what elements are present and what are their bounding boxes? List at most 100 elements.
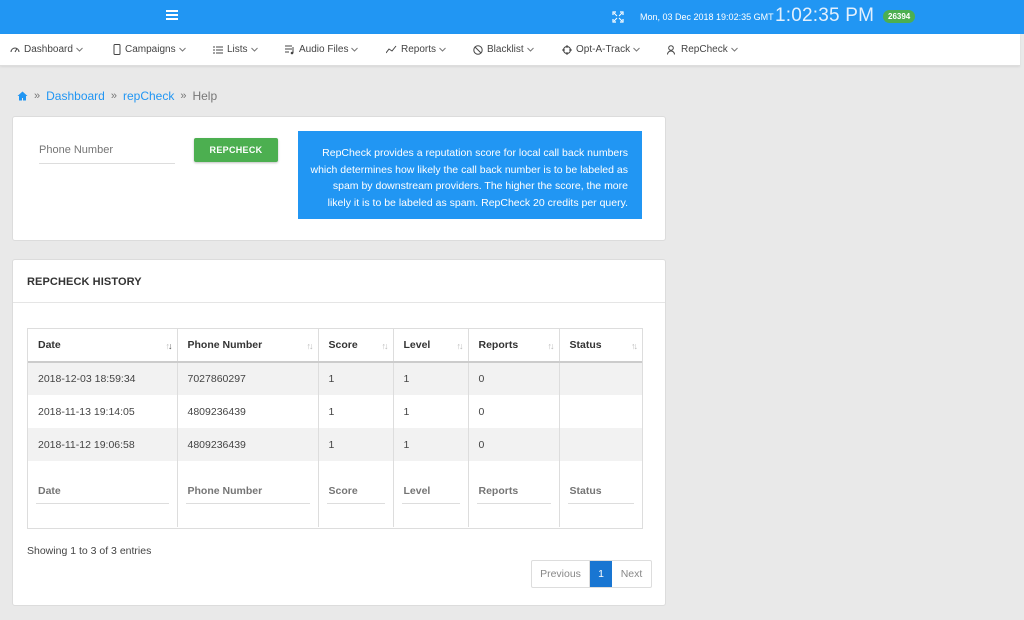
table-header-row: Date ↑↓ Phone Number ↑↓ Score ↑↓ Level ↑↓ Re… — [28, 329, 642, 363]
column-header-level[interactable]: Level ↑↓ — [393, 329, 469, 363]
cell-phone: 7027860297 — [177, 362, 319, 395]
previous-page-button[interactable]: Previous — [532, 561, 590, 587]
home-icon[interactable] — [17, 91, 28, 101]
nav-label: Opt-A-Track — [576, 44, 631, 55]
cell-status — [559, 362, 642, 395]
chevron-down-icon — [76, 47, 83, 52]
cell-date: 2018-11-13 19:14:05 — [28, 395, 178, 428]
cell-score: 1 — [318, 428, 394, 461]
filter-level-input[interactable] — [401, 478, 460, 504]
breadcrumb-separator: » — [110, 90, 117, 102]
breadcrumb-dashboard[interactable]: Dashboard — [46, 89, 105, 103]
filter-cell — [393, 461, 469, 527]
filter-score-input[interactable] — [326, 478, 385, 504]
column-header-phone[interactable]: Phone Number ↑↓ — [177, 329, 319, 363]
page-1-button[interactable]: 1 — [590, 561, 612, 587]
column-label: Score — [328, 339, 358, 351]
top-bar: Mon, 03 Dec 2018 19:02:35 GMT 1:02:35 PM… — [0, 0, 1024, 34]
repcheck-history-card: REPCHECK HISTORY Date ↑↓ Phone Number ↑↓ S… — [12, 259, 666, 606]
chevron-down-icon — [526, 47, 534, 52]
filter-row — [28, 461, 642, 527]
filter-status-input[interactable] — [567, 478, 634, 504]
server-datetime: Mon, 03 Dec 2018 19:02:35 GMT — [640, 12, 774, 22]
cell-reports: 0 — [468, 362, 560, 395]
filter-date-input[interactable] — [36, 478, 169, 504]
cell-score: 1 — [318, 395, 394, 428]
phone-number-input[interactable] — [39, 137, 175, 164]
nav-dashboard[interactable]: Dashboard — [10, 44, 87, 55]
fullscreen-icon[interactable] — [612, 11, 624, 23]
chevron-down-icon — [633, 47, 640, 52]
menu-toggle-icon[interactable] — [166, 10, 178, 24]
history-title: REPCHECK HISTORY — [27, 276, 142, 288]
nav-campaigns[interactable]: Campaigns — [113, 44, 190, 55]
column-header-status[interactable]: Status ↑↓ — [559, 329, 642, 363]
table-row: 2018-11-12 19:06:58 4809236439 1 1 0 — [28, 428, 642, 461]
chevron-down-icon — [351, 47, 359, 52]
filter-reports-input[interactable] — [476, 478, 551, 504]
cell-status — [559, 428, 642, 461]
main-nav: Dashboard Campaigns Lists Audio Files Re… — [0, 34, 1020, 66]
nav-reports[interactable]: Reports — [386, 44, 450, 55]
column-header-reports[interactable]: Reports ↑↓ — [468, 329, 560, 363]
dashboard-icon — [10, 47, 20, 52]
sort-icon: ↑↓ — [165, 341, 173, 351]
repcheck-info-box: RepCheck provides a reputation score for… — [298, 131, 642, 219]
nav-audio-files[interactable]: Audio Files — [285, 44, 362, 55]
nav-label: Dashboard — [24, 44, 73, 55]
filter-phone-input[interactable] — [185, 478, 310, 504]
ban-icon — [473, 44, 483, 55]
sort-icon: ↑↓ — [547, 341, 555, 351]
nav-label: Audio Files — [299, 44, 349, 55]
cell-date: 2018-11-12 19:06:58 — [28, 428, 178, 461]
repcheck-form-card: REPCHECK RepCheck provides a reputation … — [12, 116, 666, 241]
breadcrumb-separator: » — [34, 90, 41, 102]
column-label: Level — [403, 339, 431, 351]
cell-phone: 4809236439 — [177, 428, 319, 461]
nav-label: RepCheck — [681, 44, 728, 55]
cell-level: 1 — [393, 362, 469, 395]
cell-reports: 0 — [468, 428, 560, 461]
audio-icon — [285, 45, 294, 54]
cell-reports: 0 — [468, 395, 560, 428]
chevron-down-icon — [178, 47, 186, 52]
pagination: Previous 1 Next — [531, 560, 652, 588]
nav-opt-a-track[interactable]: Opt-A-Track — [562, 44, 644, 55]
filter-cell — [318, 461, 394, 527]
chart-line-icon — [386, 45, 397, 54]
sort-icon: ↑↓ — [306, 341, 314, 351]
user-check-icon — [667, 44, 675, 55]
breadcrumb-separator: » — [180, 90, 187, 102]
column-label: Phone Number — [187, 339, 263, 351]
filter-cell — [28, 461, 178, 527]
cell-score: 1 — [318, 362, 394, 395]
history-table: Date ↑↓ Phone Number ↑↓ Score ↑↓ Level ↑↓ Re… — [28, 329, 642, 527]
repcheck-button[interactable]: REPCHECK — [194, 138, 278, 162]
entries-info: Showing 1 to 3 of 3 entries — [27, 545, 152, 557]
column-label: Reports — [478, 339, 519, 351]
history-table-wrapper: Date ↑↓ Phone Number ↑↓ Score ↑↓ Level ↑↓ Re… — [27, 328, 643, 529]
table-row: 2018-12-03 18:59:34 7027860297 1 1 0 — [28, 362, 642, 395]
sort-icon: ↑↓ — [381, 341, 389, 351]
breadcrumb-help: Help — [192, 89, 218, 103]
credits-badge: 26394 — [883, 10, 916, 23]
nav-blacklist[interactable]: Blacklist — [473, 44, 538, 55]
nav-label: Lists — [227, 44, 248, 55]
nav-lists[interactable]: Lists — [213, 44, 262, 55]
nav-label: Campaigns — [125, 44, 176, 55]
cell-level: 1 — [393, 395, 469, 428]
breadcrumb-repcheck[interactable]: repCheck — [123, 89, 174, 103]
column-label: Status — [569, 339, 602, 351]
local-clock: 1:02:35 PM — [775, 5, 875, 26]
nav-label: Blacklist — [487, 44, 524, 55]
column-header-score[interactable]: Score ↑↓ — [318, 329, 394, 363]
column-header-date[interactable]: Date ↑↓ — [28, 329, 178, 363]
table-row: 2018-11-13 19:14:05 4809236439 1 1 0 — [28, 395, 642, 428]
sort-icon: ↑↓ — [631, 341, 638, 351]
cell-phone: 4809236439 — [177, 395, 319, 428]
chevron-down-icon — [730, 47, 738, 52]
nav-repcheck[interactable]: RepCheck — [667, 44, 742, 55]
breadcrumb: » Dashboard » repCheck » Help — [17, 89, 217, 103]
next-page-button[interactable]: Next — [612, 561, 651, 587]
filter-cell — [468, 461, 560, 527]
